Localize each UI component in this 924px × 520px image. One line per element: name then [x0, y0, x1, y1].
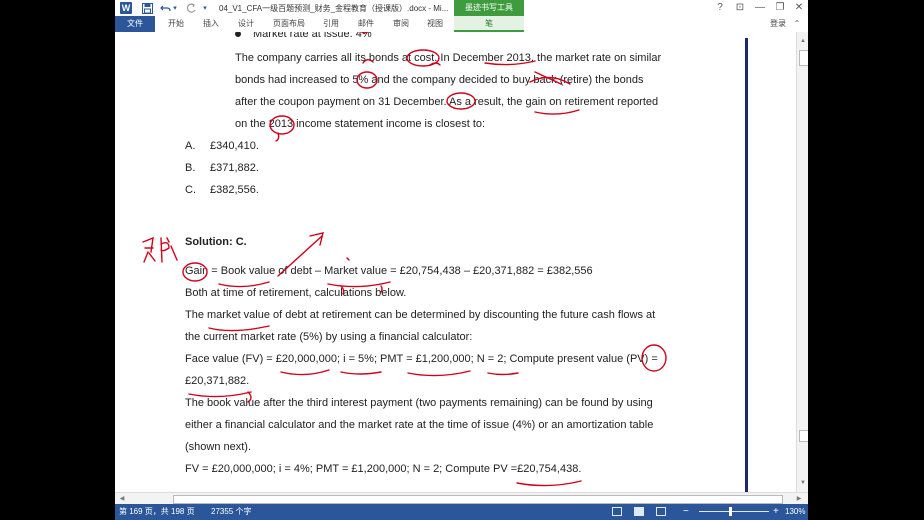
option-a-text: £340,410. — [210, 140, 259, 152]
solution-line-4: the current market rate (5%) by using a … — [185, 331, 473, 343]
title-bar: W ▾ ▾ 04_V1_CFA一级百题预测_财务_金程教育（授课版）.docx … — [115, 0, 808, 16]
question-line-1: The company carries all its bonds at cos… — [235, 52, 662, 64]
ribbon-display-icon[interactable]: ⊡ — [733, 1, 747, 15]
solution-line-5: Face value (FV) = £20,000,000; i = 5%; P… — [185, 353, 658, 365]
ribbon-collapse-icon[interactable]: ⌃ — [792, 16, 802, 32]
option-c-text: £382,556. — [210, 184, 259, 196]
zoom-out-icon[interactable]: − — [683, 504, 689, 520]
minimize-icon[interactable]: — — [753, 1, 767, 15]
document-title: 04_V1_CFA一级百题预测_财务_金程教育（授课版）.docx - Mi..… — [219, 4, 449, 13]
solution-line-6: £20,371,882. — [185, 375, 250, 387]
solution-line-7: The book value after the third interest … — [185, 397, 653, 409]
scroll-up-icon[interactable]: ▲ — [797, 36, 808, 46]
scroll-thumb[interactable] — [799, 50, 808, 66]
solution-line-3: The market value of debt at retirement c… — [185, 309, 656, 321]
question-line-4: on the 2013 income statement income is c… — [235, 118, 486, 130]
redo-icon[interactable] — [185, 2, 197, 14]
print-layout-icon[interactable] — [634, 507, 644, 516]
help-icon[interactable]: ? — [713, 1, 727, 15]
option-c-letter: C. — [185, 184, 196, 196]
question-line-3: after the coupon payment on 31 December.… — [235, 96, 659, 108]
maximize-icon[interactable]: ❐ — [773, 1, 787, 15]
tab-layout[interactable]: 页面布局 — [267, 16, 311, 32]
option-b-text: £371,882. — [210, 162, 259, 174]
tab-home[interactable]: 开始 — [162, 16, 190, 32]
ribbon-tabs: 文件 开始 插入 设计 页面布局 引用 邮件 审阅 视图 笔 登录 ⌃ — [115, 16, 808, 32]
option-b-letter: B. — [185, 162, 196, 174]
solution-line-9: (shown next). — [185, 441, 252, 453]
option-a-letter: A. — [185, 140, 196, 152]
status-bar: 第 169 页，共 198 页 27355 个字 − + 130% — [115, 504, 808, 520]
horizontal-scroll-thumb[interactable] — [173, 495, 783, 504]
solution-line-2: Both at time of retirement, calculations… — [185, 287, 407, 299]
scroll-marker[interactable] — [799, 430, 808, 442]
tab-file[interactable]: 文件 — [115, 16, 155, 32]
read-mode-icon[interactable] — [612, 507, 622, 516]
scroll-down-icon[interactable]: ▼ — [797, 478, 808, 488]
zoom-slider[interactable] — [699, 511, 769, 512]
tab-insert[interactable]: 插入 — [197, 16, 225, 32]
undo-icon[interactable] — [159, 2, 171, 14]
solution-line-1: Gain = Book value of debt – Market value… — [185, 265, 593, 277]
web-layout-icon[interactable] — [656, 507, 666, 516]
tab-view[interactable]: 视图 — [421, 16, 449, 32]
undo-dropdown-icon[interactable]: ▾ — [172, 2, 178, 14]
save-icon[interactable] — [141, 2, 153, 14]
tab-references[interactable]: 引用 — [317, 16, 345, 32]
close-icon[interactable]: ✕ — [792, 1, 806, 15]
word-count[interactable]: 27355 个字 — [211, 504, 251, 520]
solution-title: Solution: C. — [185, 236, 247, 248]
document-area[interactable]: Market rate at issue: 4% The company car… — [115, 32, 795, 492]
partial-line: Market rate at issue: 4% — [235, 32, 372, 40]
tab-design[interactable]: 设计 — [232, 16, 260, 32]
solution-line-10: FV = £20,000,000; i = 4%; PMT = £1,200,0… — [185, 463, 582, 475]
ink-tools-context-tab: 墨迹书写工具 — [454, 0, 524, 16]
page-count[interactable]: 第 169 页，共 198 页 — [119, 504, 195, 520]
zoom-in-icon[interactable]: + — [773, 504, 779, 520]
vertical-scrollbar[interactable]: ▲ ▼ — [796, 32, 808, 492]
zoom-level[interactable]: 130% — [785, 504, 805, 520]
page-edge — [745, 38, 748, 492]
zoom-slider-knob[interactable] — [729, 507, 732, 516]
word-icon[interactable]: W — [120, 2, 132, 14]
word-window: W ▾ ▾ 04_V1_CFA一级百题预测_财务_金程教育（授课版）.docx … — [115, 0, 808, 520]
quick-access-more-icon[interactable]: ▾ — [201, 2, 209, 14]
login-link[interactable]: 登录 — [770, 16, 786, 32]
solution-line-8: either a financial calculator and the ma… — [185, 419, 654, 431]
tab-review[interactable]: 审阅 — [387, 16, 415, 32]
question-line-2: bonds had increased to 5% and the compan… — [235, 74, 644, 86]
tab-mailings[interactable]: 邮件 — [352, 16, 380, 32]
tab-pen[interactable]: 笔 — [454, 16, 524, 32]
